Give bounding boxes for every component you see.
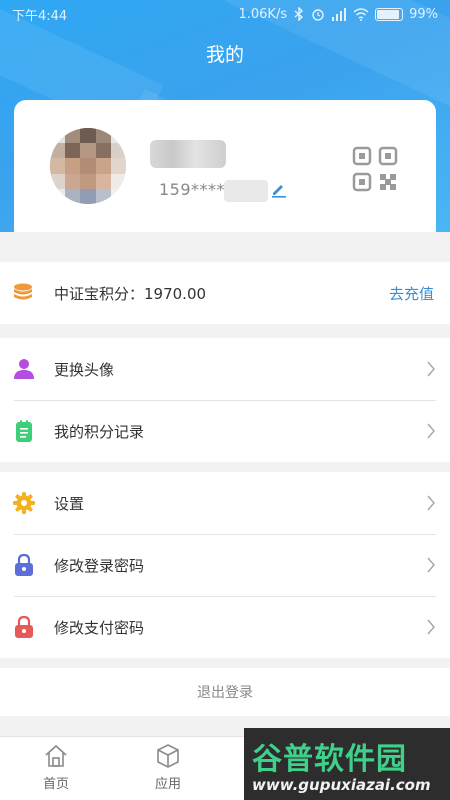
menu-group-settings: 设置 修改登录密码 修改支付密码	[0, 472, 450, 658]
menu-item-label: 设置	[54, 494, 85, 513]
menu-item-change-login-password[interactable]: 修改登录密码	[0, 534, 450, 596]
lock-icon	[15, 615, 33, 638]
wifi-icon	[353, 7, 369, 21]
cube-icon	[157, 744, 179, 768]
watermark-url: www.gupuxiazai.com	[252, 776, 431, 794]
tab-apps[interactable]: 应用	[138, 743, 198, 792]
tab-label: 首页	[42, 777, 69, 792]
points-balance: 中证宝积分：1970.00	[54, 284, 207, 303]
signal-icon	[332, 7, 347, 21]
menu-item-label: 更换头像	[54, 360, 115, 379]
profile-card: 159****	[14, 100, 436, 232]
menu-item-change-avatar[interactable]: 更换头像	[0, 338, 450, 400]
lock-icon	[15, 553, 33, 576]
alarm-icon	[312, 9, 324, 21]
tab-home[interactable]: 首页	[26, 743, 86, 792]
logout-button[interactable]: 退出登录	[0, 668, 450, 716]
chevron-right-icon	[427, 557, 435, 573]
chevron-right-icon	[427, 361, 435, 377]
network-speed: 1.06K/s	[238, 6, 288, 22]
menu-item-label: 修改登录密码	[54, 556, 145, 575]
menu-item-points-record[interactable]: 我的积分记录	[0, 400, 450, 462]
menu-group-account: 更换头像 我的积分记录	[0, 338, 450, 462]
gear-icon	[13, 492, 35, 514]
menu-item-settings[interactable]: 设置	[0, 472, 450, 534]
page-title: 我的	[205, 44, 244, 66]
battery-icon	[375, 7, 404, 21]
phone-blurred	[224, 180, 268, 202]
chevron-right-icon	[427, 619, 435, 635]
nickname-blurred	[150, 140, 226, 168]
status-bar: 下午4:44 1.06K/s 99%	[0, 0, 450, 28]
recharge-link[interactable]: 去充值	[389, 283, 434, 304]
menu-item-change-payment-password[interactable]: 修改支付密码	[0, 596, 450, 658]
user-icon	[14, 359, 34, 379]
chevron-right-icon	[427, 423, 435, 439]
watermark-text: 谷普软件园	[252, 742, 407, 777]
points-row: 中证宝积分：1970.00 去充值	[0, 262, 450, 324]
status-time: 下午4:44	[12, 8, 68, 24]
avatar[interactable]	[50, 128, 126, 204]
tab-label: 应用	[154, 777, 181, 792]
menu-item-label: 修改支付密码	[54, 618, 145, 637]
edit-icon[interactable]	[270, 180, 288, 198]
menu-item-label: 我的积分记录	[54, 422, 145, 441]
battery-level: 99%	[409, 6, 438, 22]
notepad-icon	[16, 420, 32, 442]
chevron-right-icon	[427, 495, 435, 511]
home-icon	[45, 744, 67, 767]
qr-code-icon[interactable]	[352, 146, 398, 192]
phone-number: 159****	[159, 180, 226, 199]
coins-icon	[14, 283, 32, 300]
watermark: 谷普软件园 www.gupuxiazai.com	[244, 728, 450, 800]
bluetooth-icon	[294, 7, 304, 21]
